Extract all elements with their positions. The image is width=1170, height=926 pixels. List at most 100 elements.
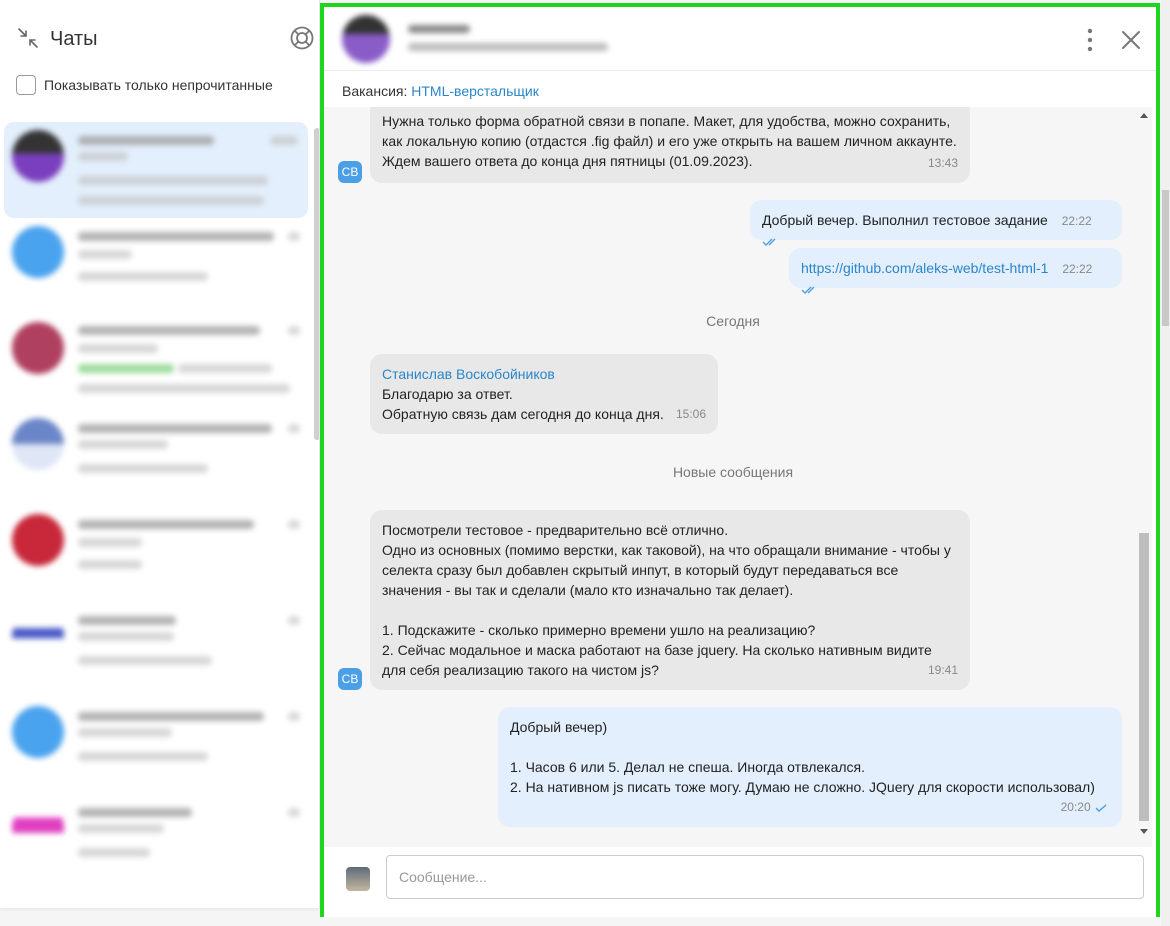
message-text: Нужна только форма обратной связи в попа… bbox=[382, 113, 957, 169]
vacancy-line: Вакансия: HTML-верстальщик bbox=[342, 83, 539, 99]
sidebar-header: Чаты bbox=[0, 0, 319, 70]
message-time: 20:20 bbox=[1061, 797, 1108, 817]
collapse-icon[interactable] bbox=[16, 26, 40, 50]
chat-item-blurred-preview bbox=[78, 176, 268, 185]
avatar bbox=[12, 610, 64, 662]
message-outgoing: Добрый вечер. Выполнил тестовое задание … bbox=[750, 200, 1122, 247]
chat-list-item[interactable] bbox=[4, 122, 308, 218]
chat-header bbox=[324, 7, 1156, 71]
chat-item-blurred-preview bbox=[78, 196, 264, 205]
avatar bbox=[12, 514, 64, 566]
avatar bbox=[12, 322, 64, 374]
message-incoming: Посмотрели тестовое - предварительно всё… bbox=[370, 510, 970, 690]
chat-list-item[interactable] bbox=[4, 698, 308, 794]
chat-item-blurred-title bbox=[78, 520, 254, 529]
sender-avatar-badge: СВ bbox=[338, 668, 362, 690]
unread-only-toggle[interactable]: Показывать только непрочитанные bbox=[16, 74, 273, 96]
avatar bbox=[12, 226, 64, 278]
chat-list-item[interactable] bbox=[4, 314, 308, 410]
message-time: 22:22 bbox=[1062, 262, 1093, 276]
chat-item-blurred-preview bbox=[78, 464, 208, 473]
message-sender-name[interactable]: Станислав Воскобойников bbox=[382, 364, 706, 384]
chat-item-blurred-preview bbox=[178, 364, 272, 373]
message-incoming: Нужна только форма обратной связи в попа… bbox=[370, 107, 970, 183]
chat-item-blurred-date bbox=[288, 616, 300, 625]
chat-list-item[interactable] bbox=[4, 602, 308, 698]
chat-item-blurred-title bbox=[78, 712, 264, 721]
unread-only-label: Показывать только непрочитанные bbox=[44, 77, 273, 93]
more-options-icon[interactable] bbox=[1080, 27, 1100, 53]
chat-item-blurred-date bbox=[288, 808, 300, 817]
chat-item-blurred-preview bbox=[78, 272, 208, 281]
chat-item-blurred-preview bbox=[78, 560, 142, 569]
chat-item-blurred-preview bbox=[78, 384, 290, 393]
message-link[interactable]: https://github.com/aleks-web/test-html-1 bbox=[801, 260, 1048, 276]
chat-list bbox=[4, 120, 308, 908]
date-divider: Сегодня bbox=[706, 313, 760, 329]
close-icon[interactable] bbox=[1120, 29, 1142, 51]
chat-item-blurred-title bbox=[78, 616, 176, 625]
double-check-icon bbox=[801, 286, 815, 295]
avatar bbox=[12, 706, 64, 758]
message-time-value: 20:20 bbox=[1060, 800, 1091, 814]
message-text: Добрый вечер) 1. Часов 6 или 5. Делал не… bbox=[510, 719, 1095, 795]
avatar bbox=[12, 418, 64, 470]
avatar bbox=[346, 867, 370, 891]
message-text: Добрый вечер. Выполнил тестовое задание bbox=[762, 212, 1048, 228]
chat-item-blurred-date bbox=[288, 232, 300, 241]
avatar bbox=[12, 802, 64, 854]
message-time: 22:22 bbox=[1061, 214, 1092, 228]
chat-item-blurred-date bbox=[288, 424, 300, 433]
message-outgoing: Добрый вечер) 1. Часов 6 или 5. Делал не… bbox=[498, 707, 1122, 827]
sidebar-title: Чаты bbox=[50, 28, 98, 50]
message-time: 19:41 bbox=[927, 663, 958, 677]
chat-list-item[interactable] bbox=[4, 410, 308, 506]
vacancy-prefix: Вакансия: bbox=[342, 83, 408, 99]
sender-avatar-badge: СВ bbox=[338, 161, 362, 183]
chat-item-blurred-title bbox=[78, 808, 192, 817]
app-window: Чаты Показывать только непрочитанные Вак… bbox=[0, 0, 1170, 926]
scrollbar-thumb[interactable] bbox=[1139, 533, 1149, 821]
message-input[interactable] bbox=[386, 855, 1144, 899]
message-scrollbar[interactable] bbox=[1136, 107, 1152, 847]
chat-item-blurred-title bbox=[78, 424, 272, 433]
scrollbar-thumb[interactable] bbox=[1162, 190, 1169, 326]
double-check-icon bbox=[762, 238, 776, 247]
chat-item-blurred-title bbox=[78, 136, 214, 145]
message-list: Нужна только форма обратной связи в попа… bbox=[324, 107, 1142, 847]
chat-item-blurred-title bbox=[78, 326, 260, 335]
message-time: 13:43 bbox=[927, 156, 958, 170]
chat-item-blurred-sub bbox=[78, 824, 164, 833]
chat-item-blurred-preview bbox=[78, 752, 208, 761]
chat-item-blurred-sub bbox=[78, 728, 172, 737]
scroll-up-arrow-icon[interactable] bbox=[1140, 113, 1148, 118]
chat-sidebar: Чаты Показывать только непрочитанные bbox=[0, 0, 320, 908]
chat-header-blurred-subtitle bbox=[408, 43, 608, 51]
vacancy-link[interactable]: HTML-верстальщик bbox=[411, 83, 539, 99]
scroll-down-arrow-icon[interactable] bbox=[1140, 829, 1148, 834]
page-scrollbar[interactable] bbox=[1161, 0, 1170, 926]
chat-item-blurred-sub bbox=[78, 152, 128, 161]
avatar bbox=[12, 130, 64, 182]
chat-item-blurred-title bbox=[78, 232, 274, 241]
message-outgoing: https://github.com/aleks-web/test-html-1… bbox=[789, 248, 1122, 295]
chat-list-item[interactable] bbox=[4, 218, 308, 314]
chat-item-blurred-sub bbox=[78, 250, 132, 259]
chat-item-blurred-status bbox=[78, 364, 174, 373]
unread-only-checkbox[interactable] bbox=[16, 75, 36, 95]
chat-item-blurred-sub bbox=[78, 440, 168, 449]
chat-panel: Вакансия: HTML-верстальщик Нужна только … bbox=[320, 3, 1160, 917]
chat-item-blurred-date bbox=[288, 712, 300, 721]
chat-item-blurred-sub bbox=[78, 344, 158, 353]
message-incoming: Станислав Воскобойников Благодарю за отв… bbox=[370, 354, 718, 434]
message-composer bbox=[324, 847, 1156, 917]
lifebuoy-icon[interactable] bbox=[289, 25, 315, 51]
chat-header-blurred-name bbox=[408, 25, 470, 33]
chat-item-blurred-date bbox=[270, 136, 298, 145]
chat-item-blurred-preview bbox=[78, 848, 150, 857]
chat-list-item[interactable] bbox=[4, 506, 308, 602]
chat-item-blurred-date bbox=[288, 520, 300, 529]
chat-list-item[interactable] bbox=[4, 794, 308, 890]
new-messages-divider: Новые сообщения bbox=[672, 464, 794, 480]
avatar bbox=[342, 15, 390, 63]
